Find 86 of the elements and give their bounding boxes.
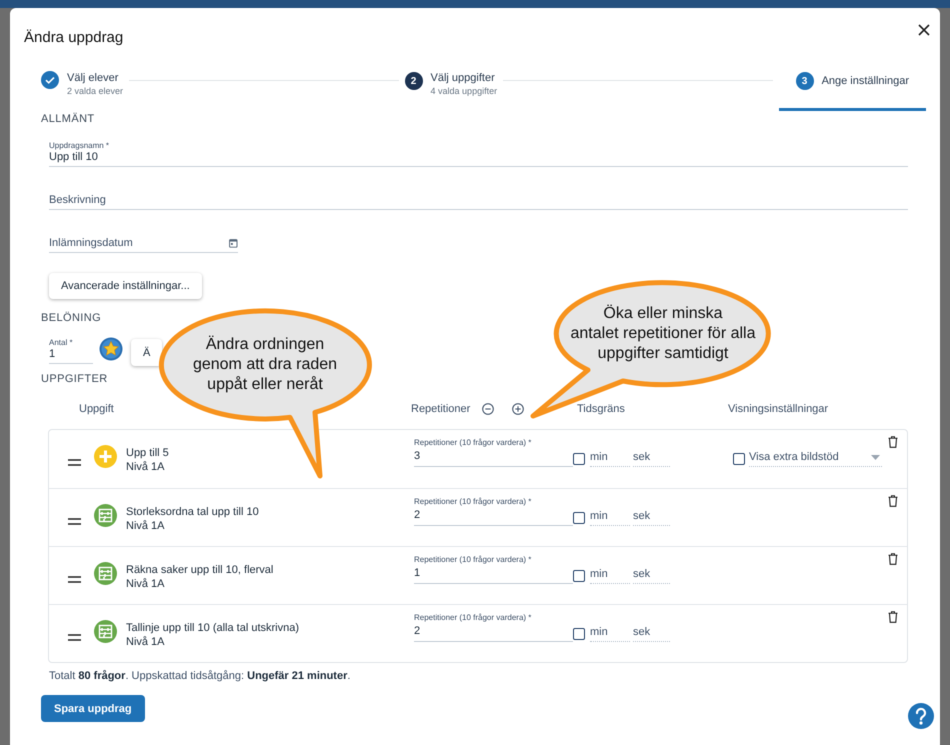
field-label: Repetitioner (10 frågor vardera) * — [414, 437, 532, 449]
advanced-settings-button[interactable]: Avancerade inställningar... — [49, 273, 202, 299]
dialog-title: Ändra uppdrag — [24, 28, 124, 46]
minutes-field[interactable]: min — [590, 565, 630, 584]
field-label: Antal * — [49, 338, 73, 348]
help-icon — [914, 707, 928, 725]
task-title: Storleksordna tal upp till 10 — [126, 505, 260, 519]
abacus-icon — [94, 562, 117, 585]
seconds-field[interactable]: sek — [633, 448, 670, 467]
trash-icon[interactable] — [888, 553, 898, 565]
plus-icon — [512, 403, 524, 415]
task-row[interactable]: Räkna saker upp till 10, flerval Nivå 1A Repetitioner (10 frågor vardera) * 1 min sek — [49, 546, 907, 604]
minutes-field[interactable]: min — [590, 448, 630, 467]
task-title: Tallinje upp till 10 (alla tal utskrivna) — [126, 621, 300, 635]
field-label: Repetitioner (10 frågor vardera) * — [414, 496, 532, 508]
drag-handle-icon — [68, 518, 81, 525]
summary-text: Totalt 80 frågor. Uppskattad tidsåtgång: Ungefär 21 minuter. — [49, 670, 352, 682]
abacus-icon — [94, 620, 117, 643]
step-number: 2 — [404, 72, 423, 90]
dropdown-field[interactable]: Visa extra bildstöd — [749, 448, 882, 467]
number-field[interactable]: 2 — [414, 624, 573, 642]
stepper-step[interactable]: Välj elever 2 valda elever — [41, 65, 124, 111]
callout-text: Öka eller minska antalet repetitioner för alla uppgifter samtidigt — [570, 304, 756, 364]
date-field[interactable]: Inlämningsdatum — [49, 237, 230, 249]
minutes-field[interactable]: min — [590, 507, 630, 526]
trash-icon[interactable] — [888, 436, 898, 448]
decrease-button[interactable] — [482, 403, 494, 415]
number-field[interactable]: 2 — [414, 508, 573, 526]
column-header: Repetitioner — [411, 403, 470, 415]
text-field[interactable]: Beskrivning — [49, 194, 908, 206]
checkbox[interactable] — [573, 512, 585, 524]
step-sublabel: 2 valda elever — [67, 85, 124, 98]
field-label: Repetitioner (10 frågor vardera) * — [414, 554, 532, 566]
trash-icon[interactable] — [888, 611, 898, 623]
column-header: Uppgift — [79, 403, 114, 415]
task-title: Upp till 5 — [126, 446, 170, 460]
drag-handle-icon — [68, 576, 81, 583]
callout-text: Ändra ordningen genom att dra raden uppåt eller neråt — [192, 335, 338, 395]
stepper-step[interactable]: 2 Välj uppgifter 4 valda uppgifter — [404, 65, 498, 111]
step-sublabel: 4 valda uppgifter — [430, 85, 498, 98]
checkbox[interactable] — [733, 453, 745, 465]
field-label: Repetitioner (10 frågor vardera) * — [414, 612, 532, 624]
task-level: Nivå 1A — [126, 577, 166, 591]
number-field[interactable]: 3 — [414, 449, 573, 467]
task-row[interactable]: Storleksordna tal upp till 10 Nivå 1A Repetitioner (10 frågor vardera) * 2 min sek — [49, 488, 907, 546]
task-level: Nivå 1A — [126, 635, 166, 649]
checkbox[interactable] — [573, 453, 585, 465]
reward-button[interactable]: Ä — [131, 339, 162, 366]
minus-icon — [482, 403, 494, 415]
text-field[interactable]: 1 — [49, 348, 93, 360]
plus-icon — [94, 445, 117, 468]
seconds-field[interactable]: sek — [633, 623, 670, 642]
seconds-field[interactable]: sek — [633, 507, 670, 526]
seconds-field[interactable]: sek — [633, 565, 670, 584]
checkbox[interactable] — [573, 628, 585, 640]
column-header: Tidsgräns — [577, 403, 625, 415]
close-icon — [918, 24, 930, 36]
step-label: Ange inställningar — [822, 74, 910, 88]
star-badge-icon — [99, 337, 123, 361]
abacus-icon — [94, 504, 117, 527]
task-row[interactable]: Tallinje upp till 10 (alla tal utskrivna) Nivå 1A Repetitioner (10 frågor vardera) * 2 min sek — [49, 604, 907, 662]
column-header: Visningsinställningar — [728, 403, 828, 415]
save-button[interactable]: Spara uppdrag — [41, 695, 145, 722]
field-label: Uppdragsnamn * — [49, 141, 110, 151]
check-icon — [41, 71, 59, 89]
task-level: Nivå 1A — [126, 460, 166, 474]
checkbox[interactable] — [573, 570, 585, 582]
help-button[interactable] — [908, 703, 934, 729]
task-level: Nivå 1A — [126, 519, 166, 533]
number-field[interactable]: 1 — [414, 566, 573, 584]
step-number: 3 — [796, 72, 814, 90]
step-label: Välj uppgifter — [430, 71, 496, 85]
text-field[interactable]: Upp till 10 — [49, 151, 908, 163]
drag-handle-icon — [68, 459, 81, 466]
task-title: Räkna saker upp till 10, flerval — [126, 563, 274, 577]
section-heading: BELÖNING — [41, 312, 102, 324]
calendar-icon — [229, 238, 238, 248]
caret-icon — [871, 454, 880, 460]
drag-handle-icon — [68, 634, 81, 641]
stepper-step[interactable]: 3 Ange inställningar — [778, 65, 926, 111]
increase-button[interactable] — [512, 403, 524, 415]
section-heading: UPPGIFTER — [41, 373, 108, 385]
step-label: Välj elever — [67, 71, 120, 85]
section-heading: ALLMÄNT — [41, 113, 95, 125]
minutes-field[interactable]: min — [590, 623, 630, 642]
trash-icon[interactable] — [888, 495, 898, 507]
